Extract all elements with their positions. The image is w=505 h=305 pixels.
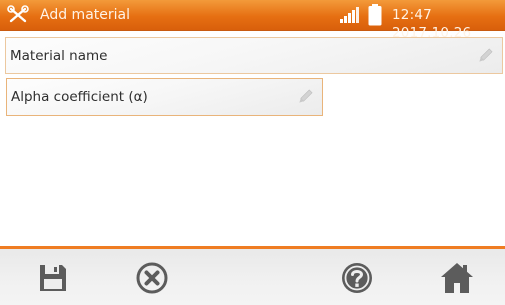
tools-icon[interactable]: [7, 5, 29, 25]
help-button[interactable]: [340, 261, 374, 295]
pencil-icon[interactable]: [476, 47, 494, 65]
home-button[interactable]: [440, 261, 474, 295]
cancel-icon: [136, 262, 168, 294]
status-bar: Add material 12:47 2017.10.26: [0, 0, 505, 41]
signal-icon: [340, 7, 359, 23]
bottom-toolbar: [0, 246, 505, 305]
save-button[interactable]: [36, 261, 70, 295]
alpha-coefficient-placeholder: Alpha coefficient (α): [11, 89, 148, 105]
material-name-placeholder: Material name: [10, 48, 108, 64]
battery-icon: [368, 4, 382, 26]
home-icon: [441, 263, 473, 293]
save-icon: [40, 265, 66, 291]
help-icon: [342, 263, 372, 293]
cancel-button[interactable]: [135, 261, 169, 295]
pencil-icon[interactable]: [296, 88, 314, 106]
alpha-coefficient-field[interactable]: Alpha coefficient (α): [6, 78, 323, 116]
material-name-field[interactable]: Material name: [5, 37, 503, 74]
page-title: Add material: [40, 7, 130, 23]
